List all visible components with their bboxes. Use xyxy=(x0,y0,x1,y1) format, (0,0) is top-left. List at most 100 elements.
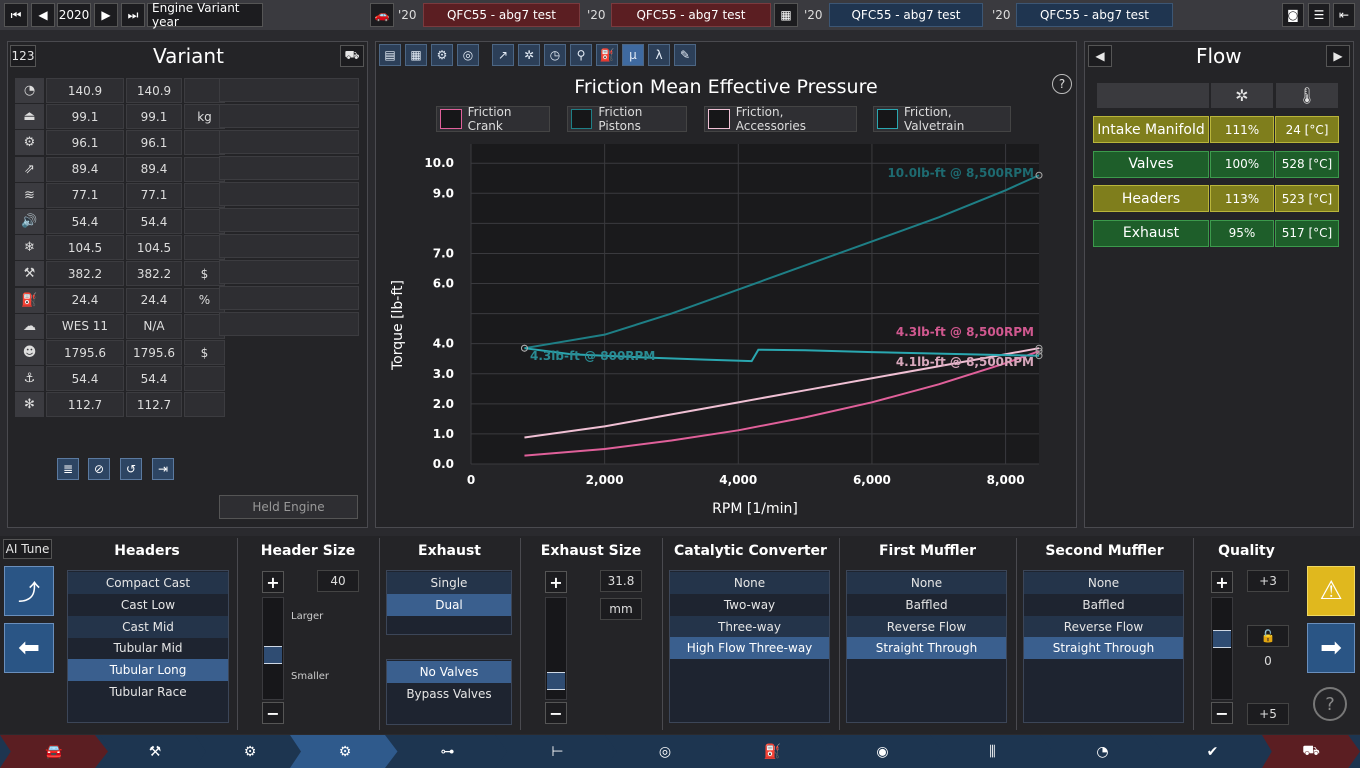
quality-slider[interactable] xyxy=(1211,597,1233,700)
list-item[interactable]: None xyxy=(670,572,829,594)
bug-icon[interactable]: ✲ xyxy=(518,44,540,66)
legend-item[interactable]: Friction Crank xyxy=(436,105,550,133)
turbo-icon[interactable]: ◎ xyxy=(605,735,725,768)
engine-block-icon[interactable]: ⚙ xyxy=(195,735,305,768)
list-item[interactable]: Two-way xyxy=(670,594,829,616)
last-year-button[interactable]: ⏭ xyxy=(121,3,145,27)
tab-engine-family[interactable]: QFC55 - abg7 test xyxy=(829,3,983,27)
help-circle-icon[interactable]: ? xyxy=(1313,687,1347,721)
tuning-icon[interactable]: ⫼ xyxy=(930,735,1055,768)
valve-icon[interactable]: ⚲ xyxy=(570,44,592,66)
warning-icon[interactable]: ⚠ xyxy=(1307,566,1355,616)
held-engine-button[interactable]: Held Engine xyxy=(219,495,358,519)
camera-icon[interactable]: ◙ xyxy=(1282,3,1304,27)
friction-icon[interactable]: μ xyxy=(622,44,644,66)
list-item[interactable]: Three-way xyxy=(670,615,829,638)
menu-icon[interactable]: ☰ xyxy=(1308,3,1330,27)
parts-icon[interactable]: ⚒ xyxy=(100,735,210,768)
export-icon[interactable]: ⇥ xyxy=(152,458,174,480)
engine-tab-icon[interactable]: ▦ xyxy=(774,3,798,27)
increase-button[interactable]: + xyxy=(545,571,567,593)
fuel-icon[interactable]: ⛽ xyxy=(710,735,835,768)
cancel-icon[interactable]: ⊘ xyxy=(88,458,110,480)
x-tick-label: 6,000 xyxy=(853,473,891,487)
car-tab-icon[interactable]: 🚗 xyxy=(370,3,394,27)
chart-view-icon[interactable]: ▤ xyxy=(379,44,401,66)
list-item[interactable]: Cast Low xyxy=(68,594,228,616)
prev-year-button[interactable]: ◀ xyxy=(31,3,55,27)
tab-engine-variant[interactable]: QFC55 - abg7 test xyxy=(1016,3,1173,27)
crank-icon[interactable]: ⊶ xyxy=(385,735,510,768)
legend-item[interactable]: Friction, Accessories xyxy=(704,105,857,133)
list-item[interactable]: Dual xyxy=(387,593,511,616)
gauge-icon[interactable]: ◷ xyxy=(544,44,566,66)
slider-handle[interactable] xyxy=(547,672,565,690)
help-icon[interactable]: ? xyxy=(1052,74,1072,94)
next-arrow-button[interactable]: ➡ xyxy=(1307,623,1355,673)
list-item[interactable]: Straight Through xyxy=(847,637,1006,660)
year-field[interactable]: 2020 xyxy=(57,3,91,27)
list-item[interactable]: Baffled xyxy=(1024,594,1183,616)
list-item[interactable]: None xyxy=(1024,572,1183,594)
exhaust-icon[interactable]: ◉ xyxy=(820,735,945,768)
legend-item[interactable]: Friction, Valvetrain xyxy=(873,105,1011,133)
slider-handle[interactable] xyxy=(1213,630,1231,648)
dyno-icon[interactable]: ◔ xyxy=(1040,735,1165,768)
decrease-button[interactable]: − xyxy=(545,702,567,724)
decrease-button[interactable]: − xyxy=(262,702,284,724)
legend-item[interactable]: Friction Pistons xyxy=(567,105,687,133)
list-item[interactable]: None xyxy=(847,572,1006,594)
exhaust-size-slider[interactable] xyxy=(545,597,567,700)
exhaust-size-value[interactable]: 31.8 xyxy=(600,570,642,592)
tab-car-model[interactable]: QFC55 - abg7 test xyxy=(423,3,580,27)
fuel-graph-icon[interactable]: ⛽ xyxy=(596,44,618,66)
list-item[interactable]: Reverse Flow xyxy=(1024,615,1183,638)
slider-handle[interactable] xyxy=(264,646,282,664)
list-item[interactable]: Straight Through xyxy=(1024,637,1183,660)
tool-icon[interactable]: ✎ xyxy=(674,44,696,66)
ai-tune-button[interactable]: AI Tune xyxy=(3,539,52,559)
variant-stat-row: ⚓ 54.4 54.4 xyxy=(15,366,225,392)
list-item[interactable]: Tubular Race xyxy=(68,681,228,703)
next-year-button[interactable]: ▶ xyxy=(94,3,118,27)
header-size-slider[interactable] xyxy=(262,597,284,700)
lock-icon[interactable]: 🔓 xyxy=(1247,625,1289,647)
increase-button[interactable]: + xyxy=(1211,571,1233,593)
flow-next-button[interactable]: ▶ xyxy=(1326,45,1350,67)
variant-badge[interactable]: 123 xyxy=(10,45,36,67)
curve-icon[interactable]: ⤴ xyxy=(4,566,54,616)
turbo-view-icon[interactable]: ◎ xyxy=(457,44,479,66)
lambda-icon[interactable]: λ xyxy=(648,44,670,66)
list-item[interactable]: Cast Mid xyxy=(68,615,228,638)
list-item[interactable]: Compact Cast xyxy=(68,572,228,594)
engine-view-icon[interactable]: ⚙ xyxy=(431,44,453,66)
check-icon[interactable]: ✔ xyxy=(1150,735,1275,768)
notes-icon[interactable]: ≣ xyxy=(57,458,79,480)
list-item[interactable]: Tubular Mid xyxy=(68,637,228,659)
bolt-icon[interactable]: ⊢ xyxy=(495,735,620,768)
car-config-icon[interactable]: ⛟ xyxy=(1262,735,1360,768)
list-item[interactable]: Single xyxy=(387,572,511,594)
variant-stat-row: ⚙ 96.1 96.1 xyxy=(15,130,225,156)
list-item[interactable]: Bypass Valves xyxy=(387,683,511,705)
torque-graph-icon[interactable]: ↗ xyxy=(492,44,514,66)
reset-icon[interactable]: ↺ xyxy=(120,458,142,480)
list-item[interactable]: Tubular Long xyxy=(68,659,228,682)
list-item[interactable]: Baffled xyxy=(847,594,1006,616)
flow-prev-button[interactable]: ◀ xyxy=(1088,45,1112,67)
stat-compare-value: 96.1 xyxy=(126,130,182,156)
top-end-icon[interactable]: ⚙ xyxy=(290,735,400,768)
grid-view-icon[interactable]: ▦ xyxy=(405,44,427,66)
first-year-button[interactable]: ⏮ xyxy=(4,3,28,27)
variant-car-icon[interactable]: ⛟ xyxy=(340,45,364,67)
back-arrow-button[interactable]: ⬅ xyxy=(4,623,54,673)
increase-button[interactable]: + xyxy=(262,571,284,593)
tab-car-trim[interactable]: QFC55 - abg7 test xyxy=(611,3,771,27)
list-item[interactable]: No Valves xyxy=(387,661,511,683)
list-item[interactable]: Reverse Flow xyxy=(847,615,1006,638)
list-item[interactable]: High Flow Three-way xyxy=(670,637,829,660)
decrease-button[interactable]: − xyxy=(1211,702,1233,724)
car-icon[interactable]: 🚘 xyxy=(0,735,108,768)
exit-icon[interactable]: ⇤ xyxy=(1333,3,1355,27)
header-size-value[interactable]: 40 xyxy=(317,570,359,592)
